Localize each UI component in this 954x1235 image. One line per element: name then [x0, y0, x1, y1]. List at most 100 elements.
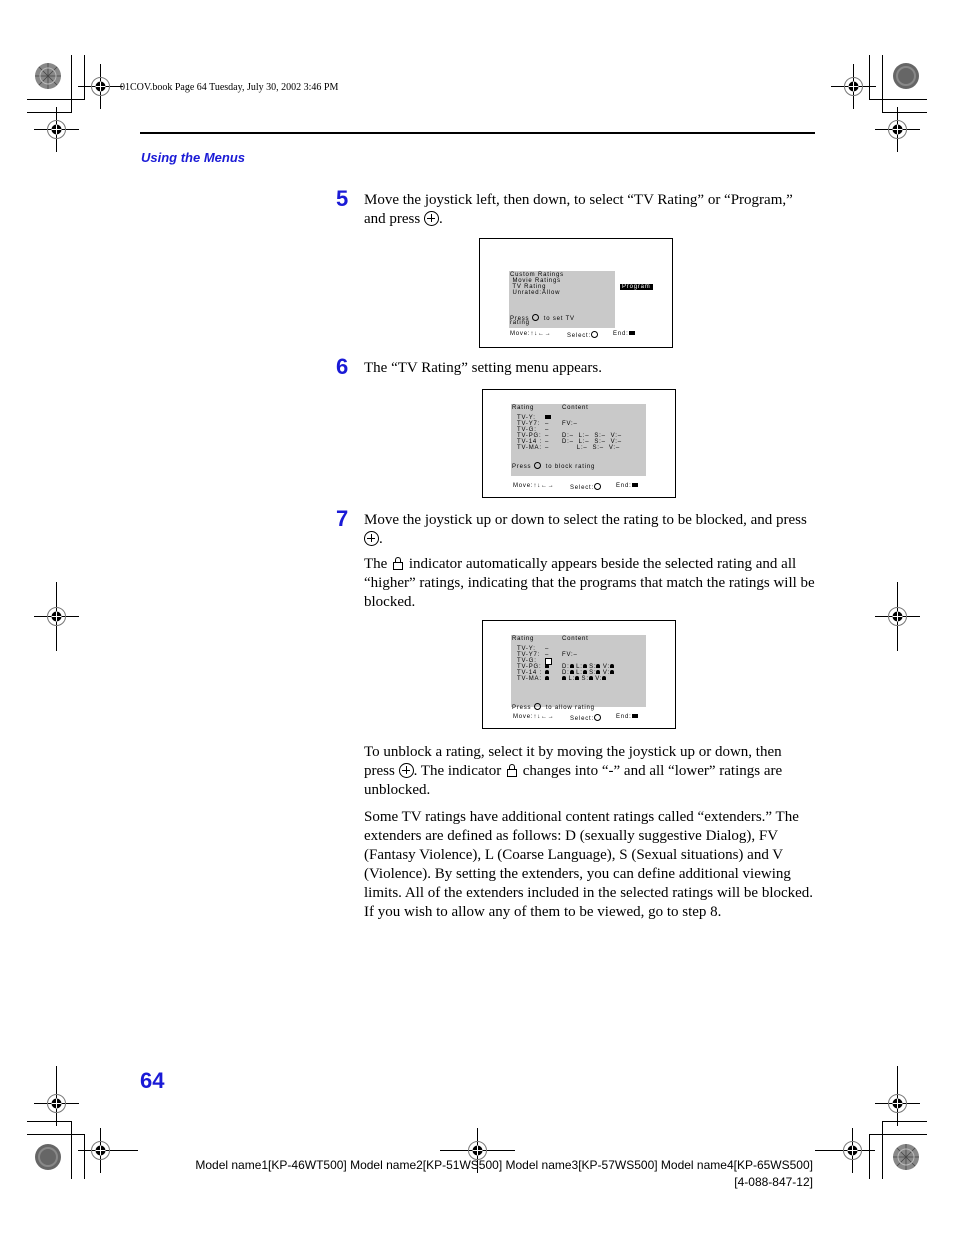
color-target-icon	[35, 63, 61, 89]
osd-menu-panel: Rating Content TV-Y: – TV-Y7: – FV:– TV-G: TV-…	[511, 635, 646, 711]
press-hint-line2: rating	[510, 320, 530, 326]
program-highlight: Program	[620, 284, 653, 290]
move-label: Move:↑↓←→	[513, 714, 555, 720]
rating-row-content: FV:–	[562, 421, 578, 427]
osd-screen-tv-rating-block: Rating Content TV-Y: TV-Y7: – FV:– TV-G: – TV-…	[482, 389, 676, 498]
registration-crosshair-icon	[34, 107, 79, 152]
step-6-text: The “TV Rating” setting menu appears.	[364, 360, 602, 376]
lock-indicator-icon	[609, 664, 614, 668]
menu-button-icon	[631, 714, 638, 718]
crop-line	[71, 1121, 72, 1179]
rating-row-content: FV:–	[562, 652, 578, 658]
lock-indicator-icon	[545, 664, 549, 668]
selection-cursor-icon	[545, 415, 551, 419]
step-7-text: Move the joystick up or down to select t…	[364, 511, 816, 612]
page-number: 64	[140, 1068, 165, 1093]
column-header-content: Content	[562, 405, 589, 411]
lock-indicator-icon	[596, 670, 601, 674]
lock-indicator-icon	[545, 670, 549, 674]
header-rule	[140, 132, 815, 134]
end-label: End:	[616, 714, 638, 720]
select-button-icon	[531, 314, 539, 321]
osd-screen-custom-ratings: Custom Ratings Movie Ratings TV Rating U…	[479, 238, 673, 348]
select-button-icon	[590, 331, 598, 338]
crop-line	[27, 1134, 85, 1135]
select-label: Select:	[570, 483, 601, 491]
select-label: Select:	[570, 714, 601, 722]
rating-row-label[interactable]: TV-MA:	[517, 445, 542, 452]
section-title: Using the Menus	[141, 150, 246, 165]
registration-crosshair-icon	[78, 64, 123, 109]
lock-indicator-icon	[582, 664, 587, 668]
menu-button-icon	[631, 483, 638, 487]
end-label: End:	[616, 483, 638, 489]
column-header-content: Content	[562, 636, 589, 642]
end-label: End:	[613, 331, 635, 337]
rating-row-value: –	[545, 445, 550, 451]
lock-indicator-icon	[569, 670, 574, 674]
step-text-end: .	[439, 211, 443, 227]
rating-row-content: L: S: V:	[562, 676, 607, 683]
note-text-end: indicator automatically appears beside t…	[364, 556, 815, 610]
registration-crosshair-icon	[815, 1128, 875, 1173]
osd-menu-panel: Custom Ratings Movie Ratings TV Rating U…	[509, 271, 615, 328]
step-number: 6	[336, 354, 349, 379]
move-label: Move:↑↓←→	[510, 331, 552, 337]
rating-row-value	[545, 676, 549, 683]
book-info: 01COV.book Page 64 Tuesday, July 30, 200…	[120, 82, 339, 93]
select-button-icon	[593, 483, 601, 490]
move-label: Move:↑↓←→	[513, 483, 555, 489]
select-label: Select:	[567, 331, 598, 339]
registration-crosshair-icon	[875, 582, 920, 651]
lock-indicator-icon	[609, 670, 614, 674]
color-target-icon	[893, 1144, 919, 1170]
lock-indicator-icon	[582, 670, 587, 674]
lock-indicator-icon	[393, 557, 404, 570]
rating-row-label[interactable]: TV-MA:	[517, 676, 542, 683]
unblock-paragraph: To unblock a rating, select it by moving…	[364, 743, 816, 800]
press-hint: Press to allow rating	[512, 703, 595, 711]
registration-crosshair-icon	[34, 1066, 79, 1126]
crop-line	[882, 55, 883, 113]
registration-crosshair-icon	[875, 1066, 920, 1126]
registration-crosshair-icon	[34, 582, 79, 651]
crop-line	[882, 1121, 883, 1179]
select-button-icon	[533, 703, 541, 710]
lock-indicator-icon	[506, 764, 517, 777]
joystick-press-icon	[364, 531, 379, 546]
registration-crosshair-icon	[831, 64, 876, 109]
crop-line	[869, 99, 927, 100]
osd-menu-panel: Rating Content TV-Y: TV-Y7: – FV:– TV-G: – TV-…	[511, 404, 646, 476]
osd-screen-tv-rating-allow: Rating Content TV-Y: – TV-Y7: – FV:– TV-G: TV-…	[482, 620, 676, 729]
column-header-rating: Rating	[512, 405, 535, 411]
step-text: Move the joystick up or down to select t…	[364, 512, 807, 528]
column-header-rating: Rating	[512, 636, 535, 642]
joystick-press-icon	[398, 763, 414, 778]
color-target-icon	[35, 1144, 61, 1170]
step-text-end: .	[379, 531, 383, 547]
lock-indicator-icon	[545, 676, 549, 680]
note-text: The	[364, 556, 392, 572]
color-target-icon	[893, 63, 919, 89]
select-button-icon	[593, 714, 601, 721]
step-5-text: Move the joystick left, then down, to se…	[364, 191, 816, 229]
part-number: [4-088-847-12]	[734, 1175, 813, 1189]
lock-indicator-icon	[588, 676, 593, 680]
lock-indicator-icon	[569, 664, 574, 668]
unblock-text-mid: . The indicator	[413, 763, 505, 779]
press-hint: Press to block rating	[512, 462, 596, 470]
rating-row-content: L:– S:– V:–	[562, 445, 620, 451]
joystick-press-icon	[424, 211, 439, 226]
step-number: 5	[336, 186, 349, 211]
lock-indicator-icon	[602, 676, 607, 680]
crop-line	[869, 1134, 927, 1135]
registration-crosshair-icon	[78, 1128, 138, 1173]
menu-button-icon	[628, 331, 635, 335]
lock-indicator-icon	[562, 676, 566, 680]
model-names: Model name1[KP-46WT500] Model name2[KP-5…	[195, 1158, 813, 1172]
registration-crosshair-icon	[875, 107, 920, 152]
crop-line	[71, 55, 72, 113]
lock-indicator-icon	[596, 664, 601, 668]
crop-line	[27, 99, 85, 100]
step-number: 7	[336, 506, 349, 531]
